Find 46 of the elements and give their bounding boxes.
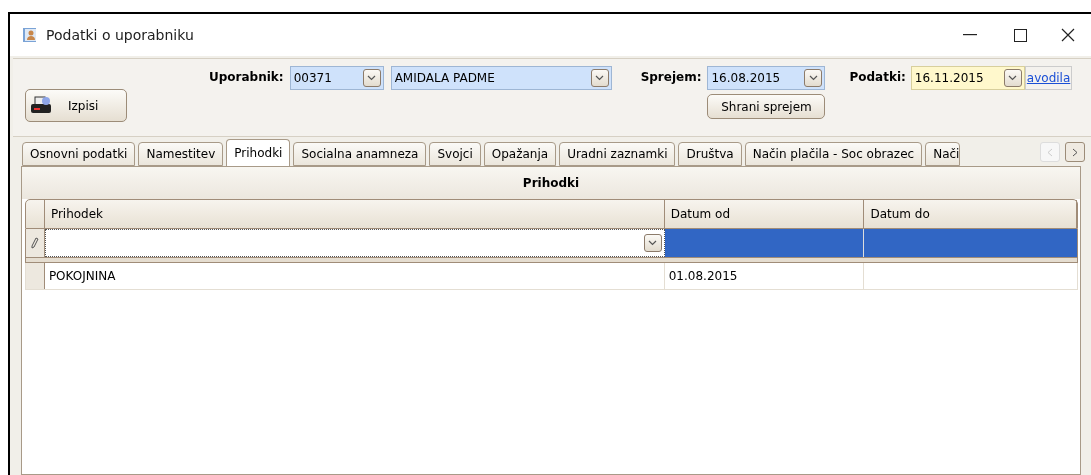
tab[interactable]: Način plačila - Soc obrazec — [744, 142, 923, 166]
dropdown-button[interactable] — [804, 69, 823, 87]
minimize-icon — [963, 34, 977, 36]
window-title: Podatki o uporabniku — [46, 25, 194, 45]
dropdown-button[interactable] — [1003, 69, 1022, 87]
chevron-down-icon — [367, 75, 377, 81]
admission-date-field[interactable]: 16.08.2015 — [707, 66, 826, 90]
dropdown-button[interactable] — [590, 69, 609, 87]
tab[interactable]: Društva — [678, 142, 742, 166]
table-cell-text: POKOJNINA — [48, 268, 116, 285]
print-button[interactable]: Izpisi — [25, 89, 127, 122]
dropdown-button[interactable] — [643, 234, 662, 252]
maximize-icon — [1013, 28, 1027, 42]
tab[interactable]: Osnovni podatki — [22, 142, 136, 166]
chevron-left-icon — [1047, 147, 1053, 157]
user-code-field[interactable]: 00371 — [289, 66, 384, 90]
user-label: Uporabnik: — [209, 69, 284, 86]
tab[interactable]: Nači — [925, 142, 961, 166]
pencil-icon — [29, 237, 40, 249]
chevron-right-icon — [1072, 147, 1078, 157]
user-name-field[interactable]: AMIDALA PADME — [390, 66, 612, 90]
grid-title: Prihodki — [522, 175, 580, 192]
dropdown-button[interactable] — [362, 69, 381, 87]
tab[interactable]: Namestitev — [138, 142, 224, 166]
tab[interactable]: Socialna anamneza — [293, 142, 427, 166]
data-label: Podatki: — [849, 69, 906, 86]
column-header[interactable]: Prihodek — [44, 200, 665, 228]
scroll-right-button[interactable] — [1065, 142, 1085, 162]
chevron-down-icon — [648, 240, 658, 246]
table-cell-text: 01.08.2015 — [668, 268, 738, 285]
tab[interactable]: Opažanja — [483, 142, 557, 166]
address-book-icon — [22, 27, 38, 43]
printer-icon — [30, 95, 52, 116]
tab[interactable]: Prihodki — [226, 139, 291, 166]
column-header[interactable]: Datum do — [864, 200, 1077, 228]
chevron-down-icon — [808, 75, 818, 81]
instructions-link[interactable]: avodila — [1024, 66, 1073, 90]
admission-label: Sprejem: — [640, 69, 702, 86]
chevron-down-icon — [595, 75, 605, 81]
chevron-down-icon — [1008, 75, 1018, 81]
data-date-field[interactable]: 16.11.2015 — [910, 66, 1025, 90]
tab[interactable]: Svojci — [429, 142, 481, 166]
close-icon — [1061, 28, 1075, 42]
save-admission-button[interactable]: Shrani sprejem — [707, 94, 826, 119]
tab[interactable]: Uradni zaznamki — [559, 142, 676, 166]
column-header[interactable]: Datum od — [664, 200, 865, 228]
